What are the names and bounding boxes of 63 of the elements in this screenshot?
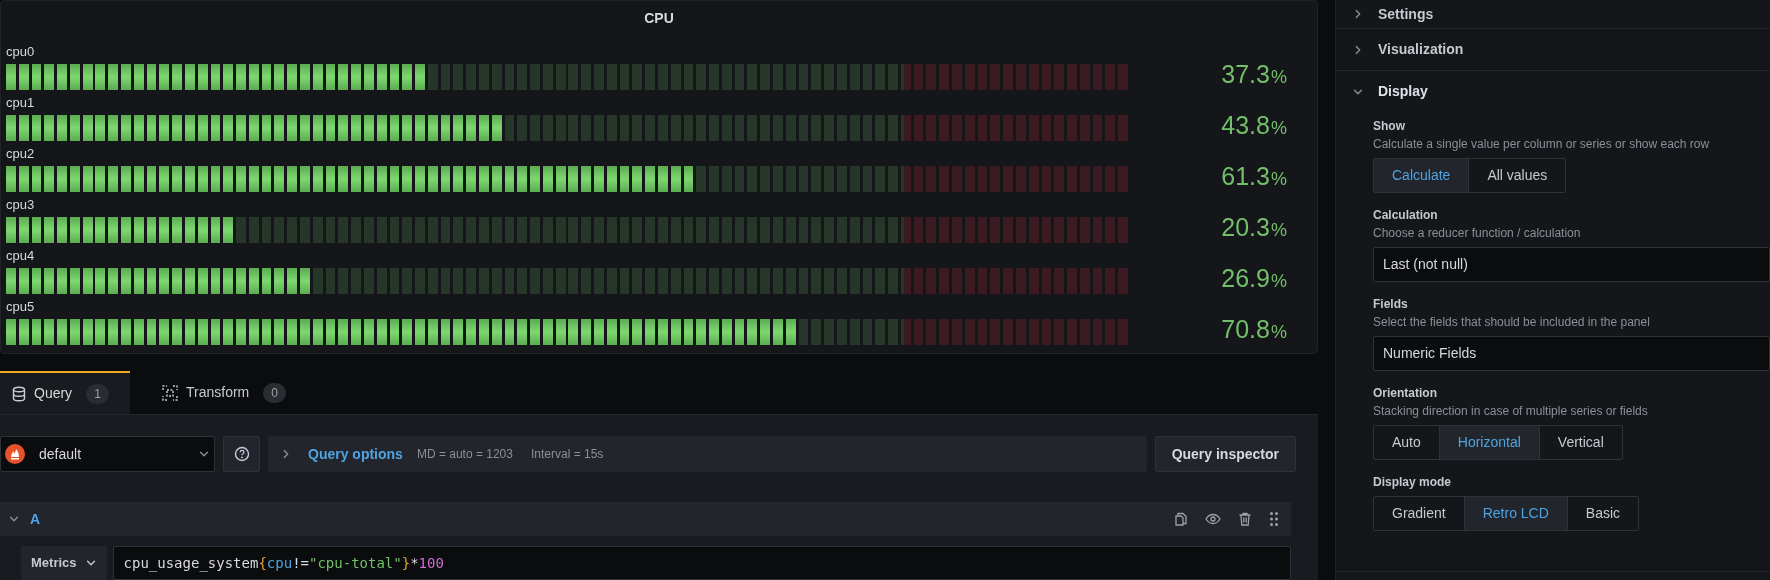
- field-label: Calculation: [1373, 207, 1439, 223]
- query-options-link[interactable]: Query options: [308, 443, 403, 465]
- gauge-value: 20.3: [1221, 212, 1270, 242]
- gauge-label: cpu5: [6, 299, 35, 315]
- section-header[interactable]: Visualization: [1336, 28, 1770, 70]
- gauge-value: 26.9: [1221, 263, 1270, 293]
- gauge-unit: %: [1271, 168, 1287, 191]
- field-description: Choose a reducer function / calculation: [1373, 225, 1582, 241]
- query-tab[interactable]: Transform 0: [130, 371, 318, 414]
- query-ref-label: A: [30, 509, 41, 529]
- query-tab[interactable]: Query 1: [0, 371, 130, 414]
- gauge-label: cpu3: [6, 197, 35, 213]
- radio-option[interactable]: Basic: [1566, 497, 1639, 530]
- radio-option[interactable]: All values: [1468, 159, 1566, 192]
- select-field[interactable]: Numeric Fields: [1373, 336, 1770, 371]
- gauge-value: 70.8: [1221, 314, 1270, 344]
- datasource-select[interactable]: default: [0, 436, 215, 472]
- query-expression-field[interactable]: cpu_usage_system{cpu!="cpu-total"}*100: [112, 546, 1291, 580]
- metrics-mode-button[interactable]: Metrics: [21, 546, 107, 580]
- section-header[interactable]: Settings: [1336, 0, 1770, 28]
- radio-option[interactable]: Gradient: [1374, 497, 1464, 530]
- field-label: Display mode: [1373, 474, 1453, 490]
- copy-icon[interactable]: [1173, 511, 1189, 527]
- drag-handle-icon[interactable]: [1269, 511, 1279, 527]
- gauge-label: cpu1: [6, 95, 35, 111]
- field-description: Stacking direction in case of multiple series or fields: [1373, 403, 1649, 419]
- radio-option[interactable]: Vertical: [1538, 426, 1622, 459]
- query-inspector-button[interactable]: Query inspector: [1154, 436, 1296, 472]
- panel-title: CPU: [644, 9, 674, 28]
- radio-option[interactable]: Horizontal: [1438, 426, 1539, 459]
- database-icon: [12, 385, 26, 402]
- gauge-unit: %: [1271, 321, 1287, 344]
- gauge-unit: %: [1271, 270, 1287, 293]
- section-header[interactable]: Display: [1336, 70, 1770, 112]
- radio-option[interactable]: Calculate: [1374, 159, 1469, 192]
- gauge-value: 43.8: [1221, 110, 1270, 140]
- field-description: Calculate a single value per column or series or show each row: [1373, 136, 1711, 152]
- trash-icon[interactable]: [1237, 511, 1253, 527]
- gauge-value: 37.3: [1221, 59, 1270, 89]
- gauge-unit: %: [1271, 219, 1287, 242]
- field-label: Show: [1373, 118, 1406, 134]
- gauge-unit: %: [1271, 117, 1287, 140]
- field-description: Select the fields that should be included in the panel: [1373, 314, 1651, 330]
- gauge-label: cpu4: [6, 248, 35, 264]
- gauge-label: cpu0: [6, 44, 35, 60]
- max-data-points-text: MD = auto = 1203: [416, 446, 513, 463]
- transform-icon: [162, 384, 178, 401]
- radio-option[interactable]: Auto: [1374, 426, 1439, 459]
- interval-text: Interval = 15s: [531, 446, 604, 463]
- gauge-label: cpu2: [6, 146, 35, 162]
- count-badge: 1: [86, 383, 109, 404]
- help-button[interactable]: [223, 436, 260, 472]
- select-field[interactable]: Last (not null): [1373, 247, 1770, 282]
- gauge-unit: %: [1271, 66, 1287, 89]
- help-icon: [233, 446, 250, 462]
- count-badge: 0: [263, 382, 286, 403]
- eye-icon[interactable]: [1205, 511, 1221, 527]
- flame-logo-icon: [5, 444, 25, 464]
- field-label: Fields: [1373, 296, 1409, 312]
- radio-option[interactable]: Retro LCD: [1463, 497, 1567, 530]
- query-options-bar[interactable]: Query options MD = auto = 1203 Interval = 15s: [268, 436, 1147, 472]
- field-label: Orientation: [1373, 385, 1438, 401]
- gauge-value: 61.3: [1221, 161, 1270, 191]
